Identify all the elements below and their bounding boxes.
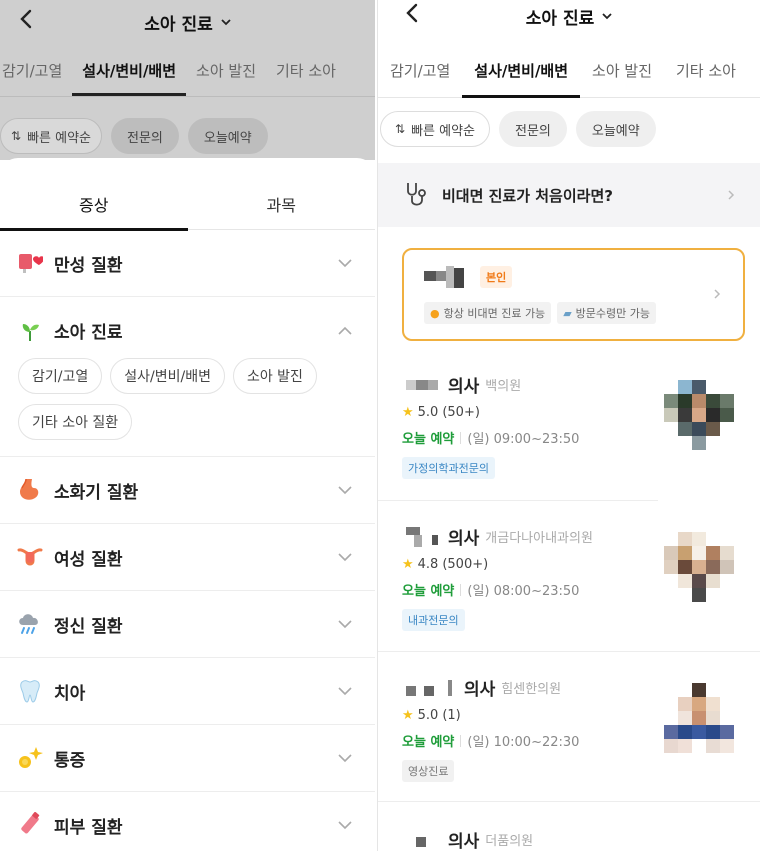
rain-cloud-icon: [16, 610, 44, 638]
doctor-card[interactable]: 의사 개금다나아내과의원 ★ 4.8 (500+) 오늘 예약 (일) 08:00~2…: [402, 524, 742, 654]
title-dropdown[interactable]: 소아 진료: [526, 4, 612, 29]
tab-other[interactable]: 기타 소아: [664, 44, 748, 98]
sun-icon: ●: [430, 306, 440, 320]
pickup-only-pill: ▰ 방문수령만 가능: [557, 302, 656, 324]
header: 소아 진료: [378, 0, 760, 38]
specialty-badge: 영상진료: [402, 760, 455, 782]
doctor-card[interactable]: 의사 힘센한의원 ★ 5.0 (1) 오늘 예약 (일) 10:00~22:30 영상…: [402, 675, 742, 805]
category-skin[interactable]: 피부 질환: [0, 792, 375, 851]
back-button[interactable]: [14, 4, 38, 34]
filter-today[interactable]: 오늘예약: [187, 118, 268, 154]
chevron-up-icon: [338, 326, 352, 335]
pediatric-subcategories: 감기/고열 설사/변비/배변 소아 발진 기타 소아 질환: [0, 358, 375, 457]
redacted-name: [406, 379, 438, 390]
chevron-right-icon: [728, 190, 735, 200]
shoe-icon: ▰: [563, 306, 572, 320]
chevron-down-icon: [338, 553, 352, 562]
chevron-down-icon: [338, 259, 352, 268]
chevron-down-icon: [221, 19, 231, 26]
sheet-tab-bar: 증상 과목: [0, 158, 376, 231]
stomach-icon: [16, 476, 44, 504]
tab-cold[interactable]: 감기/고열: [0, 52, 72, 96]
specialty-badge: 내과전문의: [402, 609, 465, 631]
category-women[interactable]: 여성 질환: [0, 524, 375, 591]
tab-cold[interactable]: 감기/고열: [378, 44, 462, 98]
chevron-down-icon: [602, 13, 612, 20]
filter-specialist[interactable]: 전문의: [111, 118, 179, 154]
category-digestive[interactable]: 소화기 질환: [0, 457, 375, 524]
sort-icon: ⇅: [395, 122, 406, 136]
redacted-name: [406, 679, 452, 696]
doctor-photo: [664, 380, 734, 450]
tab-symptom[interactable]: 증상: [0, 158, 188, 231]
star-icon: ★: [402, 708, 414, 723]
redacted-name: [416, 836, 426, 847]
tab-other[interactable]: 기타 소아: [266, 52, 346, 96]
filter-bar: ⇅ 빠른 예약순 전문의 오늘예약: [0, 118, 375, 154]
filter-specialist[interactable]: 전문의: [499, 111, 567, 147]
chevron-down-icon: [338, 486, 352, 495]
chevron-right-icon: [714, 289, 721, 299]
doctor-photo: [664, 532, 734, 602]
tab-diarrhea[interactable]: 설사/변비/배변: [462, 44, 580, 98]
header: 소아 진료: [0, 0, 375, 44]
dimmed-background: 소아 진료 감기/고열 설사/변비/배변 소아 발진 기타 소아 ⇅ 빠른 예약…: [0, 0, 375, 160]
tab-rash[interactable]: 소아 발진: [186, 52, 266, 96]
category-bottom-sheet: 증상 과목 만성 질환 소아 진료 감기/고열 설사/변비/배변 소아 발진 기…: [0, 158, 375, 851]
category-pain[interactable]: 통증: [0, 725, 375, 792]
sort-button[interactable]: ⇅ 빠른 예약순: [0, 118, 102, 154]
always-remote-pill: ● 항상 비대면 진료 가능: [424, 302, 552, 324]
chronic-disease-icon: [16, 249, 44, 277]
uterus-icon: [16, 543, 44, 571]
chevron-down-icon: [338, 687, 352, 696]
chevron-down-icon: [338, 620, 352, 629]
skin-ointment-icon: [16, 811, 44, 839]
doctor-card[interactable]: 의사 더품의원: [402, 827, 742, 851]
category-chronic[interactable]: 만성 질환: [0, 230, 375, 297]
tab-bar: 감기/고열 설사/변비/배변 소아 발진 기타 소아: [0, 52, 375, 97]
chevron-down-icon: [338, 821, 352, 830]
title-dropdown[interactable]: 소아 진료: [144, 10, 231, 35]
sparkle-pain-icon: [16, 744, 44, 772]
tab-rash[interactable]: 소아 발진: [580, 44, 664, 98]
right-screen: 소아 진료 감기/고열 설사/변비/배변 소아 발진 기타 소아 ⇅ 빠른 예약…: [377, 0, 760, 851]
tooth-icon: [16, 677, 44, 705]
my-profile-card[interactable]: 본인 ● 항상 비대면 진료 가능 ▰ 방문수령만 가능: [402, 248, 745, 341]
filter-today[interactable]: 오늘예약: [575, 111, 656, 147]
category-dental[interactable]: 치아: [0, 658, 375, 725]
sort-button[interactable]: ⇅ 빠른 예약순: [380, 111, 490, 147]
doctor-photo: [664, 683, 734, 753]
doctor-card[interactable]: 의사 백의원 ★ 5.0 (50+) 오늘 예약 (일) 09:00~23:50 가정…: [402, 372, 742, 502]
chevron-left-icon: [20, 9, 32, 29]
sprout-icon: [16, 317, 44, 345]
chevron-left-icon: [406, 3, 418, 23]
specialty-badge: 가정의학과전문의: [402, 457, 495, 479]
category-mental[interactable]: 정신 질환: [0, 591, 375, 658]
tab-department[interactable]: 과목: [188, 158, 376, 230]
subchip-other[interactable]: 기타 소아 질환: [18, 404, 133, 440]
star-icon: ★: [402, 405, 414, 420]
page-title: 소아 진료: [144, 14, 213, 35]
stethoscope-icon: [407, 183, 426, 206]
chevron-down-icon: [338, 754, 352, 763]
redacted-name: [406, 526, 438, 547]
self-badge: 본인: [480, 266, 513, 288]
tab-diarrhea[interactable]: 설사/변비/배변: [72, 52, 186, 96]
tab-bar: 감기/고열 설사/변비/배변 소아 발진 기타 소아: [378, 44, 760, 98]
star-icon: ★: [402, 557, 414, 572]
first-time-banner[interactable]: 비대면 진료가 처음이라면?: [378, 163, 760, 227]
sort-icon: ⇅: [11, 129, 22, 143]
page-title: 소아 진료: [525, 8, 595, 29]
redacted-name: [424, 266, 464, 288]
left-screen: 소아 진료 감기/고열 설사/변비/배변 소아 발진 기타 소아 ⇅ 빠른 예약…: [0, 0, 375, 851]
filter-bar: ⇅ 빠른 예약순 전문의 오늘예약: [378, 111, 760, 147]
category-pediatric[interactable]: 소아 진료: [0, 297, 375, 364]
back-button[interactable]: [400, 0, 424, 28]
